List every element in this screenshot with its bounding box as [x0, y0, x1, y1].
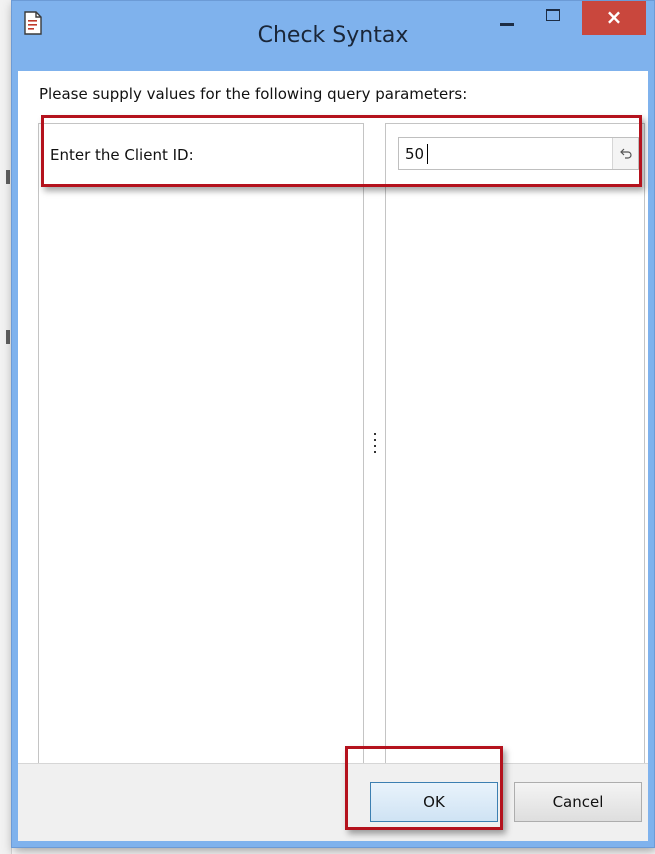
close-icon: × — [605, 5, 623, 29]
client-id-input[interactable] — [405, 138, 611, 169]
client-id-field[interactable] — [398, 137, 639, 170]
maximize-button[interactable] — [538, 1, 568, 35]
pane-splitter-handle[interactable] — [368, 429, 382, 459]
background-mark — [6, 170, 10, 184]
minimize-button[interactable] — [492, 1, 522, 35]
ok-button[interactable]: OK — [370, 782, 498, 822]
text-cursor — [427, 144, 428, 164]
title-bar[interactable]: Check Syntax × — [12, 1, 654, 71]
background-mark — [6, 330, 10, 344]
parameter-value-pane — [385, 123, 645, 764]
minimize-icon — [500, 23, 514, 26]
reset-value-button[interactable] — [612, 138, 638, 169]
parameter-label: Enter the Client ID: — [50, 146, 194, 164]
prompt-text: Please supply values for the following q… — [39, 85, 468, 103]
maximize-icon — [546, 9, 560, 21]
check-syntax-dialog: Check Syntax × Please supply values for … — [11, 0, 655, 848]
close-button[interactable]: × — [582, 1, 646, 35]
parameter-name-pane: Enter the Client ID: — [38, 123, 364, 764]
cancel-button[interactable]: Cancel — [514, 782, 642, 822]
dialog-body: Please supply values for the following q… — [18, 71, 648, 841]
button-bar: OK Cancel — [18, 763, 648, 841]
undo-icon — [620, 148, 632, 159]
